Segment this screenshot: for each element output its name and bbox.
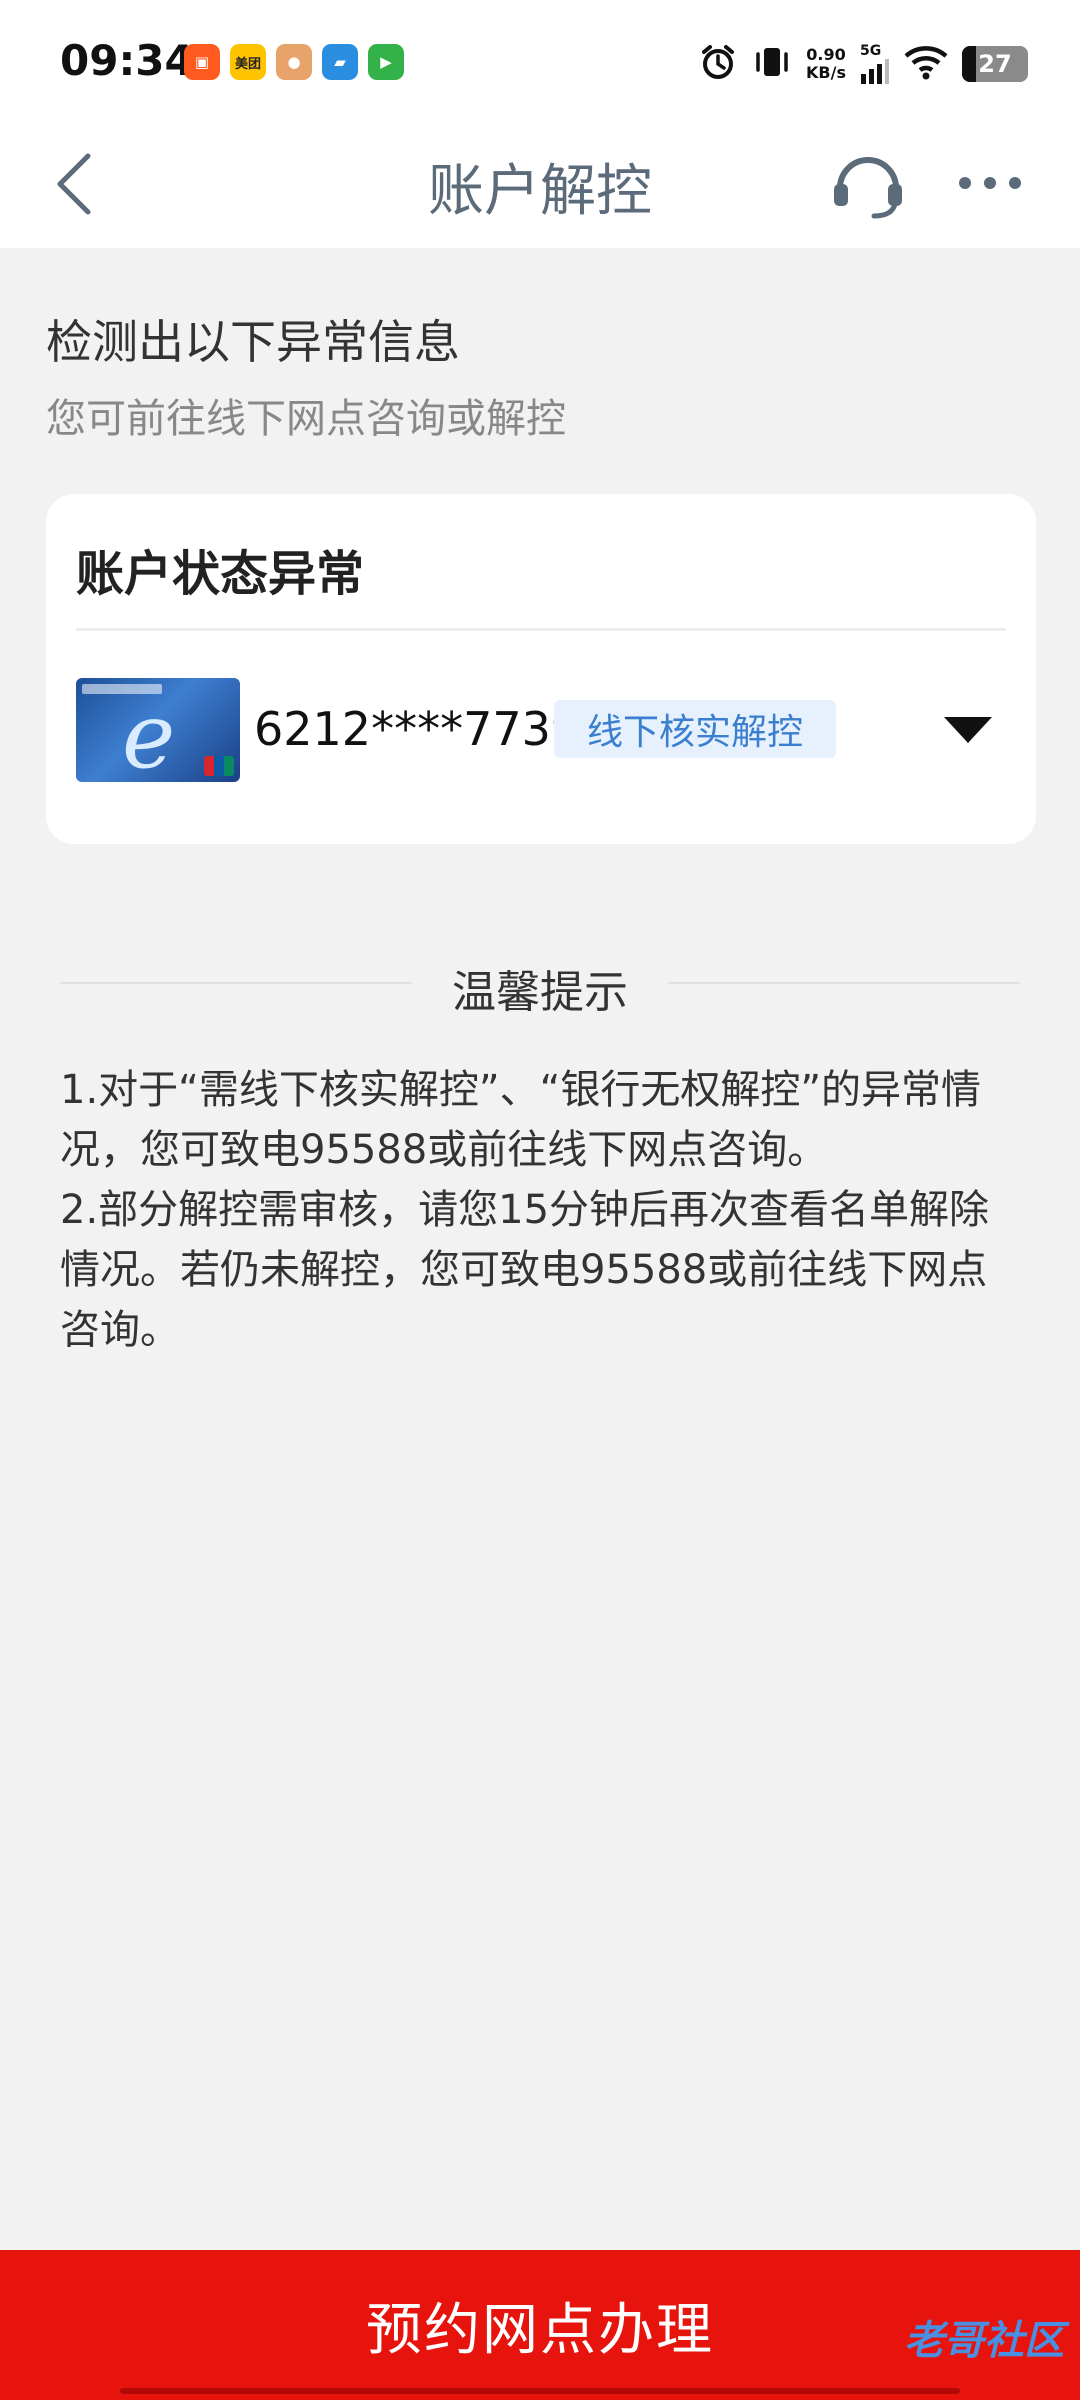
headset-icon [834,157,902,219]
network-type: 5G [860,43,882,59]
screen: { "status_bar": { "time": "09:34", "apps… [0,0,1080,2400]
account-number: 6212****7739 [254,702,581,756]
status-badge: 线下核实解控 [554,700,836,758]
battery-icon: 27 [962,46,1028,82]
account-status-card: 账户状态异常 e 6212****7739 线下核实解控 [46,494,1036,844]
video-app-icon: ▶ [368,44,404,80]
status-time: 09:34 [60,36,194,85]
alarm-icon [698,42,738,86]
network-speed-unit: KB/s [806,63,846,82]
expand-dropdown-button[interactable] [936,708,1000,752]
status-bar: 09:34 ▣ 美团 ● ▰ ▶ 0.90 KB/s 5G 27 [0,0,1080,120]
navigation-bar: 账户解控 [0,120,1080,248]
home-indicator [120,2388,960,2394]
tip-item: 2.部分解控需审核，请您15分钟后再次查看名单解除情况。若仍未解控，您可致电95… [60,1187,990,1353]
book-branch-label: 预约网点办理 [366,2297,714,2363]
book-branch-button[interactable]: 预约网点办理 老哥社区 [0,2250,1080,2400]
triangle-down-icon [944,717,992,743]
watermark: 老哥社区 [904,2318,1064,2364]
card-divider [76,628,1006,631]
divider-right [668,982,1020,984]
cloud-app-icon: ▰ [322,44,358,80]
notification-app-icons: ▣ 美团 ● ▰ ▶ [184,44,404,80]
tips-title: 温馨提示 [452,967,628,1018]
meituan-app-icon: 美团 [230,44,266,80]
status-indicators: 0.90 KB/s 5G 27 [698,40,1028,88]
page-title: 账户解控 [428,159,652,224]
tips-content: 1.对于“需线下核实解控”、“银行无权解控”的异常情况，您可致电95588或前往… [60,1060,1020,1360]
battery-level: 27 [978,50,1012,78]
alert-title: 检测出以下异常信息 [46,315,460,369]
wifi-icon [904,44,948,84]
cartoon-app-icon: ● [276,44,312,80]
signal-bars-icon [861,59,889,84]
more-options-button[interactable] [950,150,1030,216]
alert-subtitle: 您可前往线下网点咨询或解控 [46,396,566,442]
vibrate-icon [752,42,792,86]
unionpay-logo [204,756,234,776]
network-speed: 0.90 KB/s [806,46,846,82]
network-speed-value: 0.90 [806,45,846,64]
bank-card-image: e [76,678,240,782]
customer-service-button[interactable] [828,144,908,224]
cellular-signal: 5G [860,44,890,84]
card-title: 账户状态异常 [76,546,365,602]
tips-header: 温馨提示 [60,950,1020,1018]
tip-item: 1.对于“需线下核实解控”、“银行无权解控”的异常情况，您可致电95588或前往… [60,1067,982,1173]
e-logo: e [122,684,176,782]
more-dots-icon [959,177,1021,189]
kuaishou-app-icon: ▣ [184,44,220,80]
